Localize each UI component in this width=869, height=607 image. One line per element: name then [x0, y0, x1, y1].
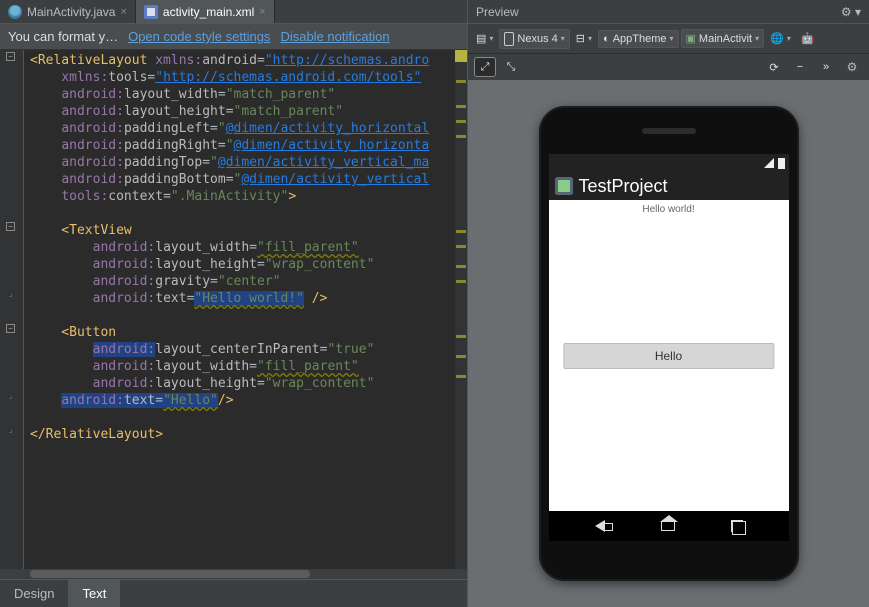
close-icon[interactable]: × — [120, 6, 126, 18]
preview-zoom-toolbar: ⤢ ⤡ ⟳ − » ⚙ — [468, 54, 869, 80]
theme-dropdown[interactable]: ◐AppTheme▾ — [598, 30, 678, 48]
editor-error-stripe[interactable] — [455, 50, 467, 569]
code-text[interactable]: <RelativeLayout xmlns:android="http://sc… — [24, 50, 455, 569]
editor-notice-bar: You can format y… Open code style settin… — [0, 24, 467, 50]
tab-label: MainActivity.java — [27, 5, 115, 19]
android-status-bar — [549, 154, 789, 172]
preview-toolbar: ▤▾ Nexus 4▾ ⊟▾ ◐AppTheme▾ ▣MainActivit▾ … — [468, 24, 869, 54]
android-action-bar: TestProject — [549, 172, 789, 200]
warning-marker[interactable] — [456, 355, 466, 358]
warning-marker[interactable] — [456, 135, 466, 138]
gear-icon[interactable]: ⚙ ▾ — [841, 5, 861, 19]
preview-pane: Preview ⚙ ▾ ▤▾ Nexus 4▾ ⊟▾ ◐AppTheme▾ ▣M… — [468, 0, 869, 607]
textview-hello-world: Hello world! — [549, 200, 789, 215]
device-dropdown[interactable]: Nexus 4▾ — [499, 29, 569, 49]
warning-marker[interactable] — [456, 245, 466, 248]
button-hello[interactable]: Hello — [563, 343, 774, 369]
theme-label: AppTheme — [613, 33, 667, 45]
fold-end-icon: ⌟ — [6, 290, 15, 299]
xml-icon — [144, 5, 158, 19]
design-text-tabs: Design Text — [0, 579, 467, 607]
java-icon — [8, 5, 22, 19]
back-icon[interactable] — [595, 520, 605, 532]
orientation-dropdown[interactable]: ⊟▾ — [572, 30, 596, 47]
locale-dropdown[interactable]: 🌐▾ — [766, 30, 795, 47]
globe-icon: 🌐 — [770, 32, 784, 45]
code-editor[interactable]: − − ⌟ − ⌟ ⌟ <RelativeLayout xmlns:androi… — [0, 50, 467, 569]
device-icon — [504, 32, 514, 46]
preview-title: Preview — [476, 5, 519, 19]
warning-marker[interactable] — [456, 335, 466, 338]
tab-label: activity_main.xml — [163, 5, 254, 19]
warning-marker[interactable] — [456, 230, 466, 233]
device-label: Nexus 4 — [517, 33, 557, 45]
open-code-style-link[interactable]: Open code style settings — [128, 29, 270, 44]
warning-marker[interactable] — [456, 265, 466, 268]
zoom-in-button[interactable]: » — [815, 57, 837, 77]
preview-header: Preview ⚙ ▾ — [468, 0, 869, 24]
warning-marker[interactable] — [456, 375, 466, 378]
tab-design[interactable]: Design — [0, 580, 68, 607]
tab-activity-main-xml[interactable]: activity_main.xml × — [136, 0, 275, 23]
theme-icon: ◐ — [603, 33, 610, 45]
android-nav-bar — [549, 511, 789, 541]
android-icon: 🤖 — [801, 32, 815, 45]
app-content-area: Hello world! Hello — [549, 200, 789, 511]
analysis-status-icon[interactable] — [455, 50, 467, 62]
warning-marker[interactable] — [456, 280, 466, 283]
file-tabs: MainActivity.java × activity_main.xml × — [0, 0, 467, 24]
horizontal-scrollbar[interactable] — [0, 569, 467, 579]
phone-screen: TestProject Hello world! Hello — [549, 154, 789, 541]
zoom-reset-button[interactable]: ⟳ — [763, 57, 785, 77]
tab-mainactivity-java[interactable]: MainActivity.java × — [0, 0, 136, 23]
tab-text[interactable]: Text — [68, 580, 120, 607]
fold-toggle-icon[interactable]: − — [6, 52, 15, 61]
signal-icon — [764, 158, 774, 168]
gear-icon[interactable]: ⚙ — [841, 57, 863, 77]
activity-label: MainActivit — [699, 33, 752, 45]
layers-icon: ▤ — [476, 32, 486, 45]
zoom-fit-button[interactable]: ⤢ — [474, 57, 496, 77]
api-dropdown[interactable]: 🤖 — [797, 30, 819, 47]
fold-toggle-icon[interactable]: − — [6, 324, 15, 333]
warning-marker[interactable] — [456, 120, 466, 123]
app-icon — [555, 177, 573, 195]
fold-end-icon: ⌟ — [6, 426, 15, 435]
zoom-out-button[interactable]: − — [789, 57, 811, 77]
notice-message: You can format y… — [8, 29, 118, 44]
activity-icon: ▣ — [686, 32, 696, 45]
warning-marker[interactable] — [456, 80, 466, 83]
zoom-actual-button[interactable]: ⤡ — [500, 57, 522, 77]
preview-canvas[interactable]: TestProject Hello world! Hello — [468, 80, 869, 607]
close-icon[interactable]: × — [259, 6, 265, 18]
disable-notification-link[interactable]: Disable notification — [280, 29, 389, 44]
editor-gutter: − − ⌟ − ⌟ ⌟ — [0, 50, 24, 569]
configuration-dropdown[interactable]: ▤▾ — [472, 30, 497, 47]
fold-end-icon: ⌟ — [6, 392, 15, 401]
scrollbar-thumb[interactable] — [30, 570, 310, 578]
app-title: TestProject — [579, 176, 668, 197]
warning-marker[interactable] — [456, 105, 466, 108]
orientation-icon: ⊟ — [576, 32, 585, 45]
battery-icon — [778, 158, 785, 169]
editor-pane: MainActivity.java × activity_main.xml × … — [0, 0, 468, 607]
phone-frame: TestProject Hello world! Hello — [539, 106, 799, 581]
recents-icon[interactable] — [731, 520, 743, 532]
fold-toggle-icon[interactable]: − — [6, 222, 15, 231]
home-icon[interactable] — [661, 521, 675, 531]
activity-dropdown[interactable]: ▣MainActivit▾ — [681, 29, 765, 48]
